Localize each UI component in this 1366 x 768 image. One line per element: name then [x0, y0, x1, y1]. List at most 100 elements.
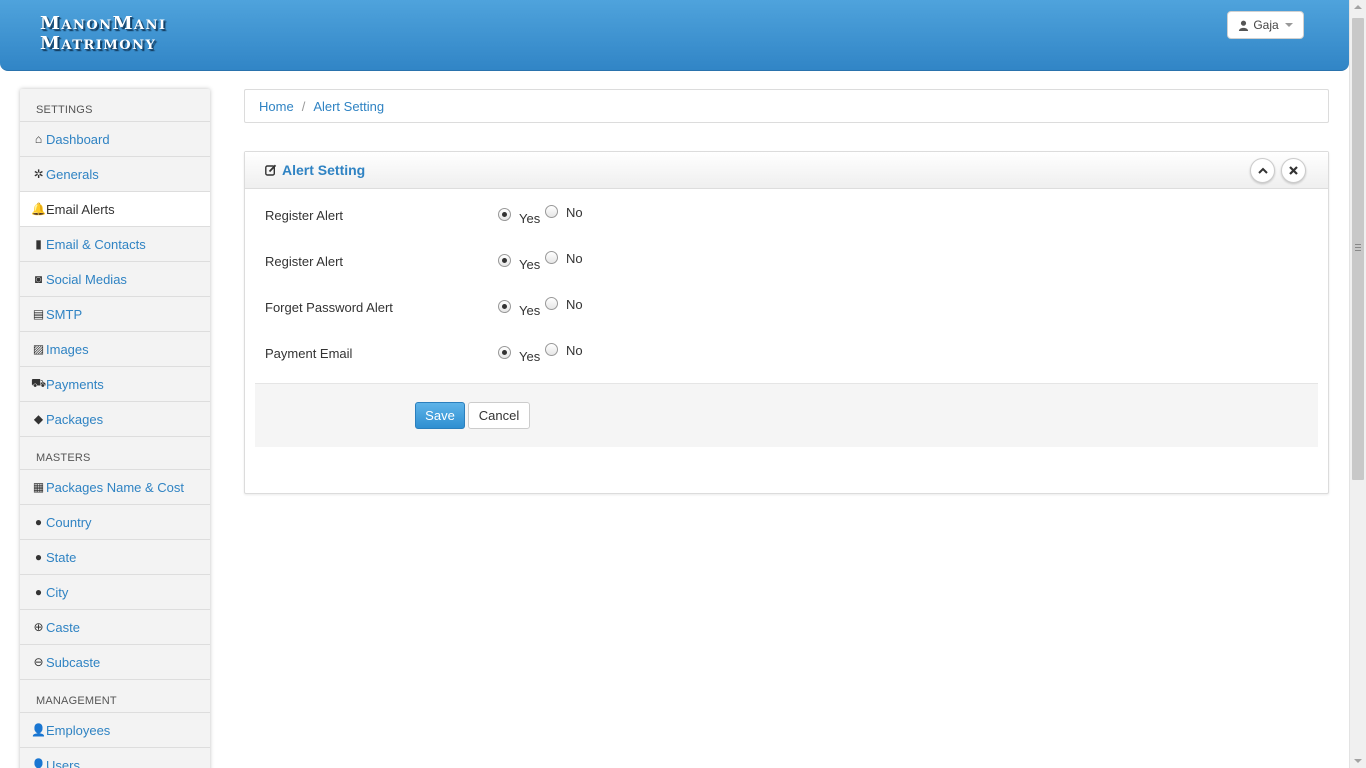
brand-line-1: ManonMani [40, 13, 167, 34]
sidebar-item-packages[interactable]: ◆ Packages [20, 402, 210, 437]
sidebar-item-label: Country [46, 514, 92, 530]
close-icon [1289, 166, 1298, 175]
bell-icon: 🔔 [31, 202, 46, 216]
map-marker-icon: ● [34, 585, 43, 599]
sidebar-item-label: Email & Contacts [46, 236, 146, 252]
sidebar-item-subcaste[interactable]: ⊖ Subcaste [20, 645, 210, 680]
no-radio[interactable] [545, 205, 558, 218]
map-marker-icon: ● [34, 550, 43, 564]
panel-title: Alert Setting [282, 162, 366, 178]
scroll-down-arrow-icon[interactable] [1354, 759, 1362, 763]
user-icon [1239, 20, 1249, 31]
tag-icon: ◆ [33, 412, 44, 426]
sidebar-section-header: MASTERS [20, 437, 210, 470]
alert-option-label: Register Alert [265, 208, 344, 223]
breadcrumb-current[interactable]: Alert Setting [313, 99, 384, 114]
sidebar-item-smtp[interactable]: ▤ SMTP [20, 297, 210, 332]
sidebar-item-label: Email Alerts [46, 201, 115, 217]
sidebar-item-label: Employees [46, 722, 111, 738]
alert-option-row: Payment Email Yes No [265, 343, 865, 364]
no-radio[interactable] [545, 251, 558, 264]
sidebar-item-label: Payments [46, 376, 104, 392]
user-menu-button[interactable]: Gaja [1227, 11, 1304, 39]
sidebar-item-label: Dashboard [46, 131, 110, 147]
alert-option-label: Forget Password Alert [265, 300, 393, 315]
cart-icon: ⛟ [30, 376, 47, 390]
sidebar-item-label: State [46, 549, 77, 565]
sidebar-item-email-contacts[interactable]: ▮ Email & Contacts [20, 227, 210, 262]
sidebar-item-email-alerts[interactable]: 🔔 Email Alerts [20, 192, 210, 227]
scroll-thumb[interactable] [1352, 18, 1364, 480]
alert-option-label: Register Alert [265, 254, 344, 269]
yes-radio[interactable] [498, 300, 511, 313]
cancel-button[interactable]: Cancel [468, 402, 530, 429]
sidebar-item-dashboard[interactable]: ⌂ Dashboard [20, 122, 210, 157]
user-name: Gaja [1253, 18, 1279, 32]
yes-radio-label: Yes [519, 303, 541, 318]
sidebar-item-label: Packages [46, 411, 104, 427]
no-radio-label: No [566, 205, 583, 220]
no-radio[interactable] [545, 343, 558, 356]
sidebar-item-city[interactable]: ● City [20, 575, 210, 610]
alert-setting-panel: Alert Setting Register Alert Yes No Registe… [244, 151, 1329, 494]
sidebar-item-packages-name-cost[interactable]: ▦ Packages Name & Cost [20, 470, 210, 505]
sidebar-item-label: Users [46, 757, 80, 768]
sidebar: SETTINGS ⌂ Dashboard ✲ Generals 🔔 Email Alerts… [20, 89, 210, 768]
gear-icon: ✲ [33, 167, 44, 181]
save-button[interactable]: Save [415, 402, 465, 429]
page-scrollbar[interactable] [1349, 0, 1366, 768]
sidebar-item-employees[interactable]: 👤 Employees [20, 713, 210, 748]
scroll-up-arrow-icon[interactable] [1354, 5, 1362, 9]
sidebar-item-label: Subcaste [46, 654, 101, 670]
sidebar-section-header: SETTINGS [20, 89, 210, 122]
close-button[interactable] [1281, 158, 1306, 183]
yes-radio[interactable] [498, 208, 511, 221]
sidebar-item-label: SMTP [46, 306, 83, 322]
no-radio-label: No [566, 343, 583, 358]
breadcrumb-home[interactable]: Home [259, 99, 294, 114]
yes-radio[interactable] [498, 254, 511, 267]
yes-radio-label: Yes [519, 349, 541, 364]
form-actions: Save Cancel [255, 383, 1318, 447]
top-header: ManonMani Matrimony Gaja [0, 0, 1349, 71]
collapse-button[interactable] [1250, 158, 1275, 183]
sidebar-item-caste[interactable]: ⊕ Caste [20, 610, 210, 645]
picture-icon: ▨ [32, 342, 45, 356]
breadcrumb-separator: / [301, 98, 306, 114]
sidebar-item-label: Images [46, 341, 89, 357]
sidebar-section-header: MANAGEMENT [20, 680, 210, 713]
sidebar-item-label: City [46, 584, 69, 600]
sidebar-item-payments[interactable]: ⛟ Payments [20, 367, 210, 402]
circle-arrow-up-icon: ⊕ [33, 620, 44, 634]
sidebar-item-country[interactable]: ● Country [20, 505, 210, 540]
sidebar-item-state[interactable]: ● State [20, 540, 210, 575]
user-icon: 👤 [31, 723, 46, 737]
brand-line-2: Matrimony [40, 33, 157, 54]
alert-option-label: Payment Email [265, 346, 353, 361]
sidebar-item-label: Generals [46, 166, 99, 182]
alert-option-row: Register Alert Yes No [265, 205, 865, 226]
sidebar-item-social-medias[interactable]: ◙ Social Medias [20, 262, 210, 297]
brand-logo[interactable]: ManonMani Matrimony [40, 14, 167, 54]
yes-radio[interactable] [498, 346, 511, 359]
sidebar-item-generals[interactable]: ✲ Generals [20, 157, 210, 192]
sidebar-item-users[interactable]: 👤 Users [20, 748, 210, 768]
sidebar-item-label: Packages Name & Cost [46, 479, 185, 495]
no-radio[interactable] [545, 297, 558, 310]
edit-icon [265, 164, 277, 176]
yes-radio-label: Yes [519, 257, 541, 272]
panel-header: Alert Setting [245, 152, 1328, 189]
chevron-down-icon [1284, 23, 1293, 27]
book-icon: ▮ [35, 237, 42, 251]
map-marker-icon: ● [34, 515, 43, 529]
sidebar-item-images[interactable]: ▨ Images [20, 332, 210, 367]
sidebar-item-label: Social Medias [46, 271, 127, 287]
chevron-up-icon [1257, 167, 1268, 174]
home-icon: ⌂ [34, 132, 43, 146]
camera-icon: ◙ [34, 272, 43, 286]
grip-icon [1355, 244, 1361, 251]
user-icon: 👤 [31, 758, 46, 768]
alert-option-row: Forget Password Alert Yes No [265, 297, 865, 318]
alert-option-row: Register Alert Yes No [265, 251, 865, 272]
no-radio-label: No [566, 251, 583, 266]
